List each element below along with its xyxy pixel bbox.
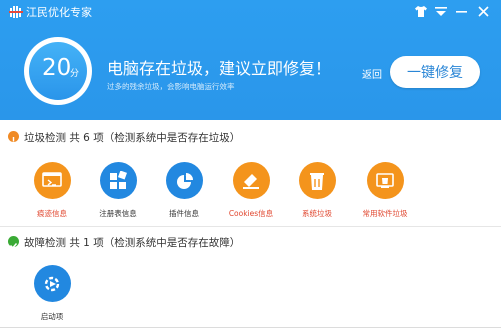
status-subtitle: 过多的残余垃圾，会影响电脑运行效率 <box>107 82 235 91</box>
app-window: 江民优化专家 20 分 电脑存在垃圾，建议立即修复！ 过多的残余垃圾，会影响电脑… <box>0 0 501 333</box>
minimize-button[interactable] <box>452 3 470 19</box>
junk-item-system[interactable]: 系统垃圾 <box>287 162 347 219</box>
header-banner: 江民优化专家 20 分 电脑存在垃圾，建议立即修复！ 过多的残余垃圾，会影响电脑… <box>0 0 501 120</box>
junk-section-label: 垃圾检测 共 6 项（检测系统中是否存在垃圾） <box>24 132 241 144</box>
junk-item-plugin[interactable]: 插件信息 <box>154 162 214 219</box>
junk-section-header: 垃圾检测 共 6 项（检测系统中是否存在垃圾） <box>0 127 501 147</box>
startup-icon <box>33 265 71 302</box>
close-icon <box>477 5 489 17</box>
status-title: 电脑存在垃圾，建议立即修复！ <box>107 59 332 78</box>
junk-item-history[interactable]: 痕迹信息 <box>22 162 82 219</box>
score-value: 20 <box>42 55 72 81</box>
junk-item-software[interactable]: 常用软件垃圾 <box>355 162 415 219</box>
junk-item-label: 注册表信息 <box>99 209 137 218</box>
score-badge: 20 分 <box>24 37 92 105</box>
one-click-fix-button[interactable]: 一键修复 <box>390 56 480 88</box>
check-icon <box>8 236 19 249</box>
fault-section-label: 故障检测 共 1 项（检测系统中是否存在故障） <box>24 237 241 249</box>
skin-button[interactable] <box>412 3 430 19</box>
junk-item-cookies[interactable]: Cookies信息 <box>221 162 281 219</box>
junk-item-registry[interactable]: 注册表信息 <box>88 162 148 219</box>
window-bottom-border <box>0 327 501 333</box>
menu-dropdown-icon <box>435 6 447 16</box>
junk-item-label: 插件信息 <box>169 209 199 218</box>
system-junk-icon <box>298 162 336 199</box>
close-button[interactable] <box>474 3 492 19</box>
score-unit: 分 <box>70 69 80 79</box>
plugin-icon <box>165 162 203 199</box>
junk-item-label: 痕迹信息 <box>37 209 67 218</box>
fault-section-header: 故障检测 共 1 项（检测系统中是否存在故障） <box>0 232 501 252</box>
section-divider <box>0 226 501 227</box>
back-link[interactable]: 返回 <box>362 66 382 81</box>
app-title: 江民优化专家 <box>26 6 92 19</box>
minimize-icon <box>455 10 467 13</box>
junk-item-label: 常用软件垃圾 <box>362 209 408 218</box>
warning-icon <box>8 131 19 144</box>
junk-item-label: 系统垃圾 <box>302 209 332 218</box>
menu-button[interactable] <box>432 3 450 19</box>
history-icon <box>33 162 71 199</box>
registry-icon <box>99 162 137 199</box>
cookies-icon <box>232 162 270 199</box>
fault-item-startup[interactable]: 启动项 <box>22 265 82 322</box>
title-bar: 江民优化专家 <box>0 0 501 24</box>
junk-item-label: Cookies信息 <box>228 209 274 218</box>
software-junk-icon <box>366 162 404 199</box>
app-logo-icon <box>9 6 23 18</box>
shirt-icon <box>415 5 427 17</box>
fault-item-label: 启动项 <box>40 312 64 321</box>
